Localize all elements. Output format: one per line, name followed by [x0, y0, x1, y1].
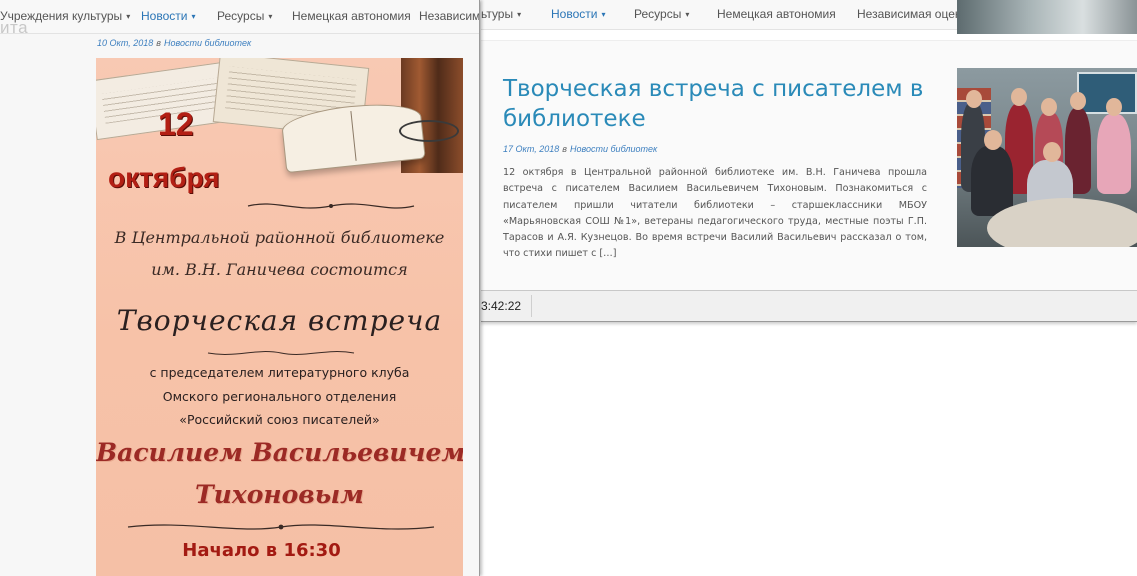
nav-item-german-autonomy[interactable]: Немецкая автономия	[292, 9, 411, 23]
post-meta: 10 Окт, 2018 в Новости библиотек	[97, 38, 251, 48]
status-time: 3:42:22	[481, 295, 533, 317]
post-title-link[interactable]: Творческая встреча с писателем в библиот…	[503, 74, 933, 134]
photo-person	[1097, 114, 1131, 194]
post-photo[interactable]	[957, 68, 1137, 247]
post-meta: 17 Окт, 2018 в Новости библиотек	[503, 144, 657, 154]
flourish-icon	[247, 203, 415, 209]
flourish-icon	[207, 351, 355, 355]
chevron-down-icon: ▾	[601, 10, 606, 19]
photo-person-head	[1106, 98, 1122, 116]
poster-title: Творческая встреча	[116, 304, 443, 337]
poster-sub-1: с председателем литературного клуба	[149, 365, 410, 380]
status-strip: 3:42:22	[481, 290, 1137, 321]
right-window: ьтуры ▾ Новости ▾ Ресурсы ▾ Немецкая автоно…	[481, 0, 1137, 322]
meta-separator: в	[562, 144, 567, 154]
event-poster[interactable]: 12 октября В Центральной районной библио…	[96, 58, 463, 576]
glasses-image	[399, 120, 459, 142]
chevron-down-icon: ▾	[517, 10, 522, 19]
poster-line-2: им. В.Н. Ганичева состоится	[151, 260, 408, 279]
nav-item-independent[interactable]: Независим	[419, 9, 479, 23]
photo-person	[971, 146, 1013, 216]
photo-person-head	[1070, 92, 1086, 110]
poster-sub-2: Омского регионального отделения	[162, 389, 397, 404]
flourish-divider	[126, 520, 436, 534]
screen: Учреждения культуры ▾ Новости ▾ Ресурсы ▾ Н…	[0, 0, 1137, 576]
post-date: 17 Окт, 2018	[503, 144, 560, 154]
poster-month: октября	[108, 162, 220, 193]
photo-person-head	[1011, 88, 1027, 106]
nav-item-german-autonomy[interactable]: Немецкая автономия	[717, 7, 836, 21]
ghost-text: ита	[0, 18, 29, 37]
nav-item-resources[interactable]: Ресурсы ▾	[634, 7, 689, 21]
left-window: Учреждения культуры ▾ Новости ▾ Ресурсы ▾ Н…	[0, 0, 480, 576]
books-illustration	[96, 58, 463, 178]
chevron-down-icon: ▾	[191, 12, 196, 21]
nav-item-resources[interactable]: Ресурсы ▾	[217, 9, 272, 23]
left-navbar: Учреждения культуры ▾ Новости ▾ Ресурсы ▾ Н…	[0, 0, 479, 34]
poster-name-1: Василием Васильевичем	[96, 438, 463, 467]
poster-start-time: Начало в 16:30	[182, 540, 341, 561]
post-category-link[interactable]: Новости библиотек	[164, 38, 251, 48]
header-image	[957, 0, 1137, 34]
post-category-link[interactable]: Новости библиотек	[570, 144, 657, 154]
poster-name-2: Тихоновым	[195, 480, 364, 509]
flourish-divider	[246, 199, 416, 213]
post-date: 10 Окт, 2018	[97, 38, 154, 48]
poster-day: 12	[158, 106, 194, 142]
post-excerpt: 12 октября в Центральной районной библио…	[503, 167, 927, 260]
meta-separator: в	[156, 38, 161, 48]
chevron-down-icon: ▾	[685, 10, 690, 19]
nav-item-culture[interactable]: ьтуры ▾	[481, 7, 521, 21]
right-navbar: ьтуры ▾ Новости ▾ Ресурсы ▾ Немецкая автоно…	[481, 0, 1137, 34]
flourish-icon	[127, 524, 435, 530]
photo-person-head	[1041, 98, 1057, 116]
flourish-divider	[206, 346, 356, 360]
poster-line-1: В Центральной районной библиотеке	[114, 228, 445, 247]
chevron-down-icon: ▾	[126, 12, 131, 21]
chevron-down-icon: ▾	[268, 12, 273, 21]
photo-person-head	[966, 90, 982, 108]
photo-person-head	[984, 130, 1002, 150]
photo-person-head	[1043, 142, 1061, 162]
poster-sub-3: «Российский союз писателей»	[179, 412, 380, 427]
nav-item-news[interactable]: Новости ▾	[551, 7, 605, 21]
nav-item-news[interactable]: Новости ▾	[141, 9, 195, 23]
